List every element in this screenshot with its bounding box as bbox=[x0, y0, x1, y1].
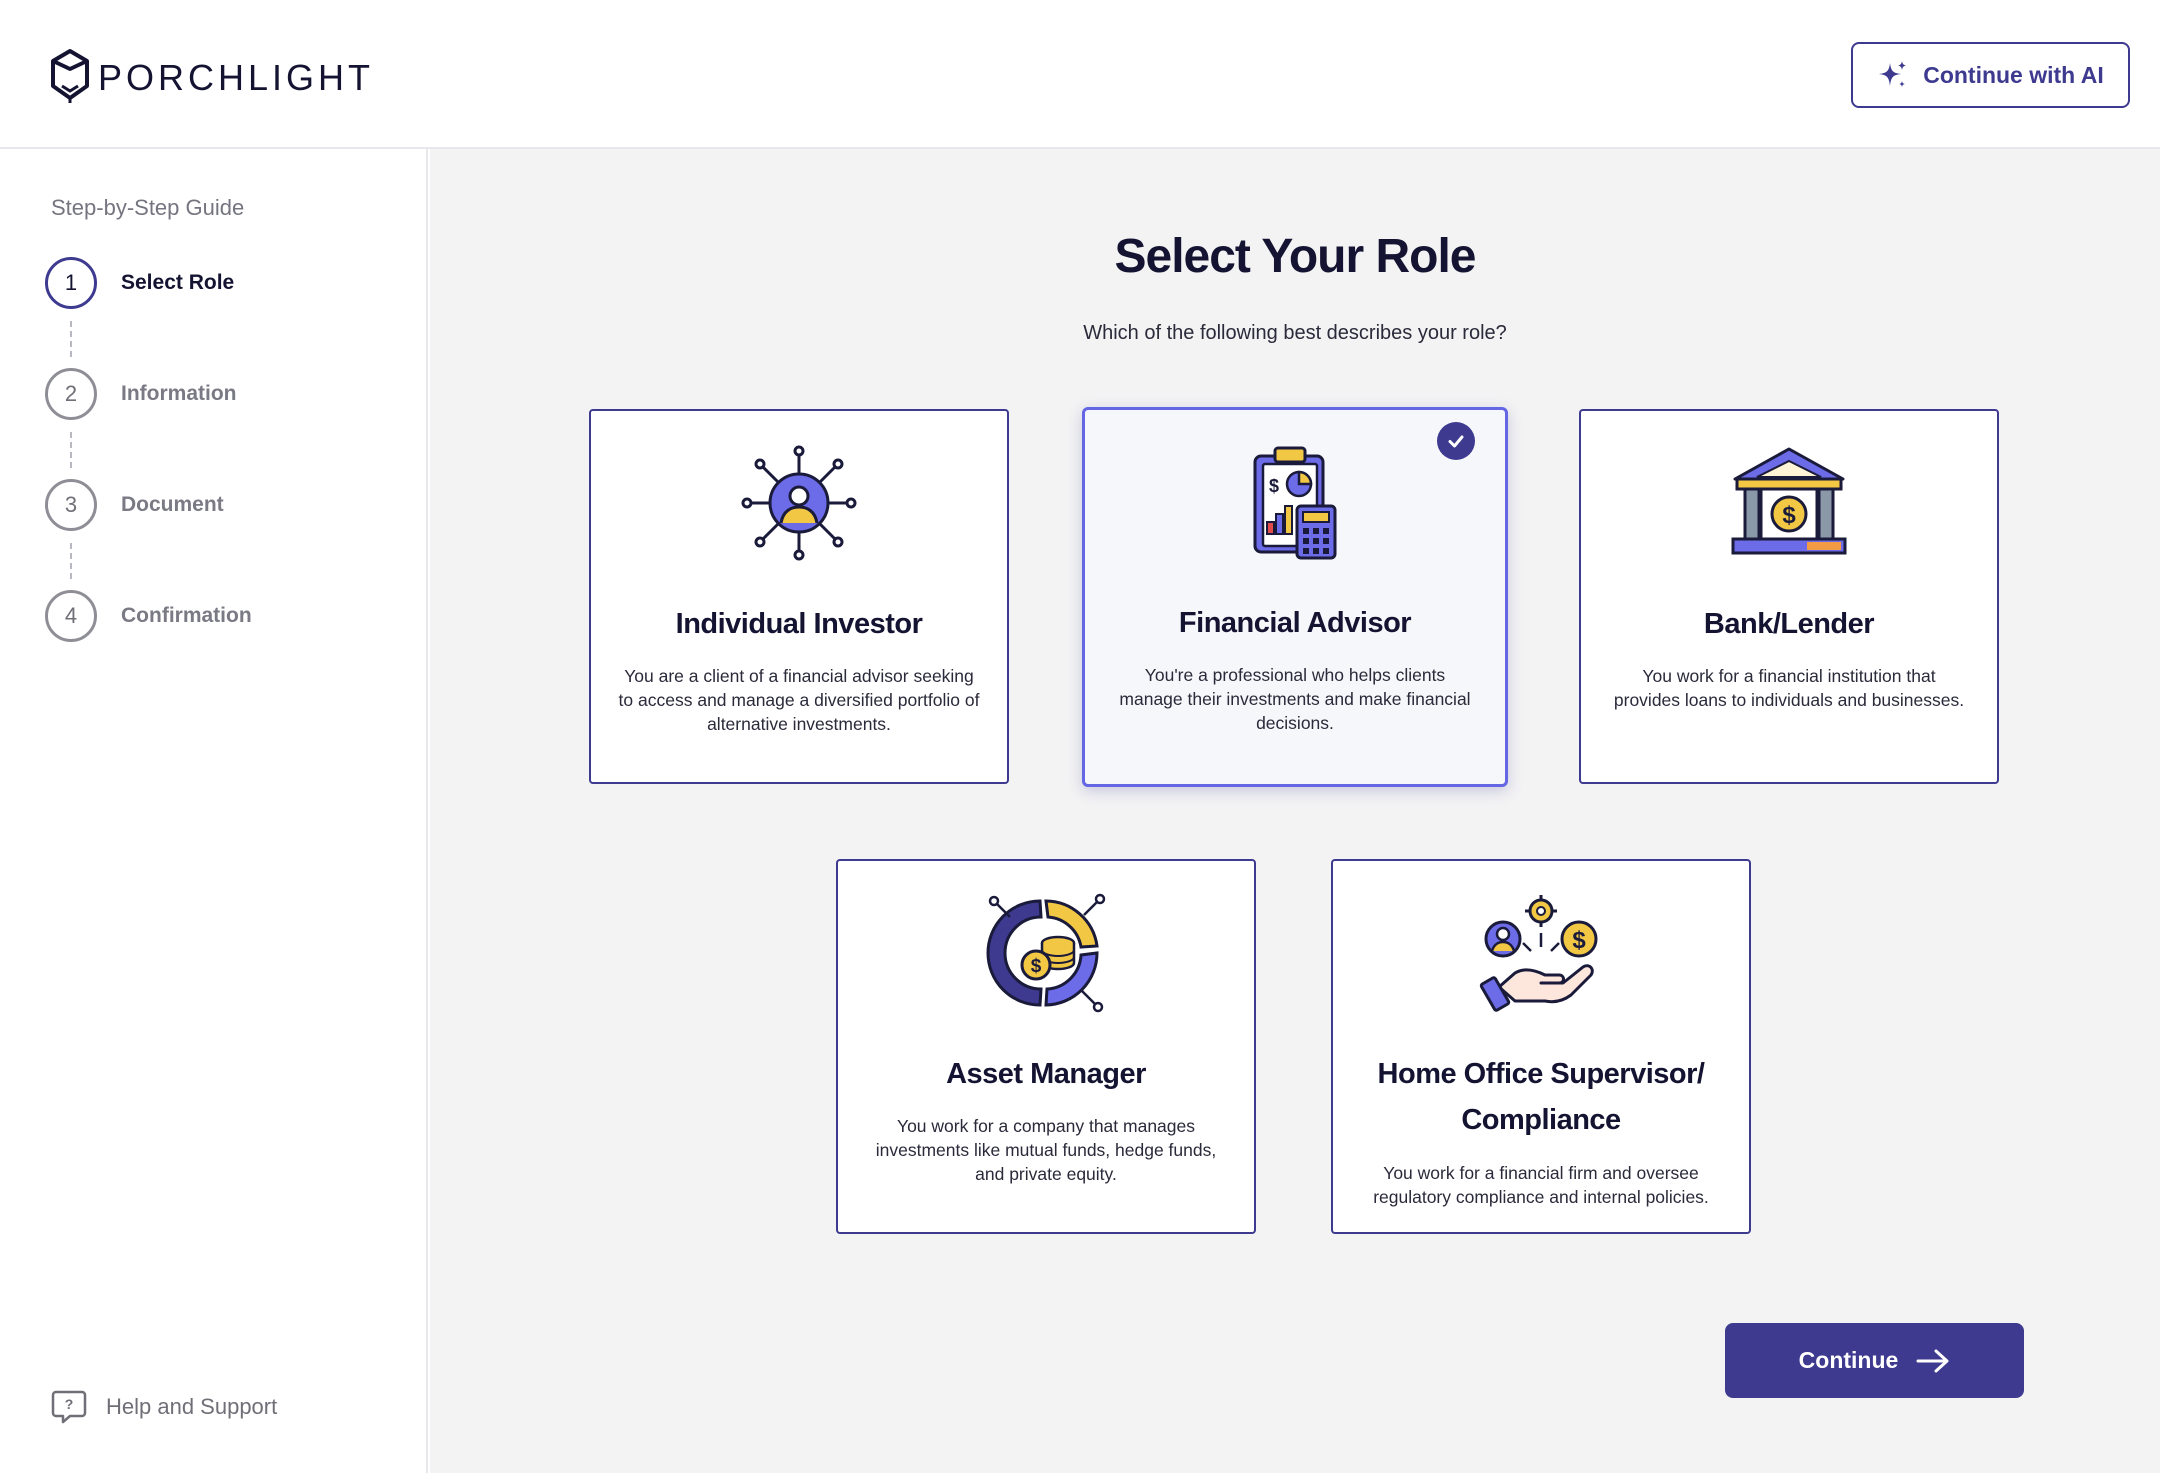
page-title: Select Your Role bbox=[1114, 230, 1476, 283]
role-card-asset-manager[interactable]: $ Asset Manager You work for a company t… bbox=[836, 859, 1256, 1234]
svg-text:$: $ bbox=[1572, 927, 1586, 954]
help-chat-icon: ? bbox=[51, 1390, 87, 1424]
svg-text:$: $ bbox=[1269, 476, 1279, 496]
clipboard-calculator-icon: $ bbox=[1253, 446, 1337, 560]
lantern-logo-icon bbox=[51, 49, 89, 103]
role-title: Financial Advisor bbox=[1178, 607, 1412, 639]
bank-icon: $ bbox=[1731, 447, 1847, 555]
role-card-bank-lender[interactable]: $ Bank/Lender You work for a financial i… bbox=[1579, 409, 1999, 784]
role-description: You are a client of a financial advisor … bbox=[618, 666, 980, 734]
step-information[interactable]: 2 Information bbox=[45, 368, 237, 420]
role-title: Home Office Supervisor/ Compliance bbox=[1377, 1058, 1705, 1136]
role-title: Individual Investor bbox=[675, 608, 923, 640]
role-title: Asset Manager bbox=[946, 1058, 1146, 1090]
role-card-individual-investor[interactable]: Individual Investor You are a client of … bbox=[589, 409, 1009, 784]
role-description: You work for a company that manages inve… bbox=[875, 1116, 1217, 1184]
hand-gear-dollar-icon: $ bbox=[1479, 895, 1598, 1012]
help-label: Help and Support bbox=[106, 1394, 278, 1419]
continue-label: Continue bbox=[1798, 1347, 1899, 1373]
sparkle-icon bbox=[1879, 61, 1907, 87]
step-connector bbox=[70, 321, 72, 357]
step-number: 1 bbox=[45, 257, 97, 309]
step-sidebar: Step-by-Step Guide 1 Select Role 2 Infor… bbox=[0, 149, 428, 1473]
step-document[interactable]: 3 Document bbox=[45, 479, 224, 531]
step-label: Confirmation bbox=[121, 604, 252, 627]
porchlight-logo[interactable]: PORCHLIGHT bbox=[48, 48, 374, 104]
top-header: PORCHLIGHT Continue with AI bbox=[0, 0, 2160, 149]
svg-text:$: $ bbox=[1031, 956, 1042, 977]
role-title: Bank/Lender bbox=[1703, 608, 1875, 640]
svg-text:?: ? bbox=[65, 1396, 74, 1412]
arrow-right-icon bbox=[1916, 1349, 1949, 1372]
role-description: You work for a financial institution tha… bbox=[1613, 666, 1965, 710]
step-connector bbox=[70, 543, 72, 579]
continue-button[interactable]: Continue bbox=[1725, 1323, 2024, 1398]
role-description: You work for a financial firm and overse… bbox=[1373, 1163, 1709, 1207]
step-confirmation[interactable]: 4 Confirmation bbox=[45, 590, 252, 642]
continue-with-ai-button[interactable]: Continue with AI bbox=[1851, 42, 2130, 108]
selected-check-icon bbox=[1437, 422, 1475, 460]
step-label: Information bbox=[121, 382, 237, 405]
main-content: Select Your Role Which of the following … bbox=[430, 149, 2160, 1473]
svg-text:$: $ bbox=[1782, 502, 1796, 529]
step-number: 2 bbox=[45, 368, 97, 420]
step-select-role[interactable]: 1 Select Role bbox=[45, 257, 234, 309]
step-label: Document bbox=[121, 493, 224, 516]
coins-chart-icon: $ bbox=[986, 893, 1106, 1013]
network-person-icon bbox=[741, 445, 857, 561]
brand-name: PORCHLIGHT bbox=[98, 57, 375, 98]
step-label: Select Role bbox=[121, 271, 235, 294]
role-card-home-office-compliance[interactable]: $ Home Office Supervisor/ Compliance You… bbox=[1331, 859, 1751, 1234]
ai-button-label: Continue with AI bbox=[1923, 61, 2104, 88]
role-card-financial-advisor[interactable]: $ Financial Advisor You're a professiona… bbox=[1082, 407, 1508, 787]
step-number: 3 bbox=[45, 479, 97, 531]
step-number: 4 bbox=[45, 590, 97, 642]
role-description: You're a professional who helps clients … bbox=[1119, 665, 1471, 733]
help-and-support-link[interactable]: ? Help and Support bbox=[50, 1388, 277, 1426]
guide-title: Step-by-Step Guide bbox=[51, 195, 245, 220]
page-subtitle: Which of the following best describes yo… bbox=[1083, 322, 1507, 344]
step-connector bbox=[70, 432, 72, 468]
